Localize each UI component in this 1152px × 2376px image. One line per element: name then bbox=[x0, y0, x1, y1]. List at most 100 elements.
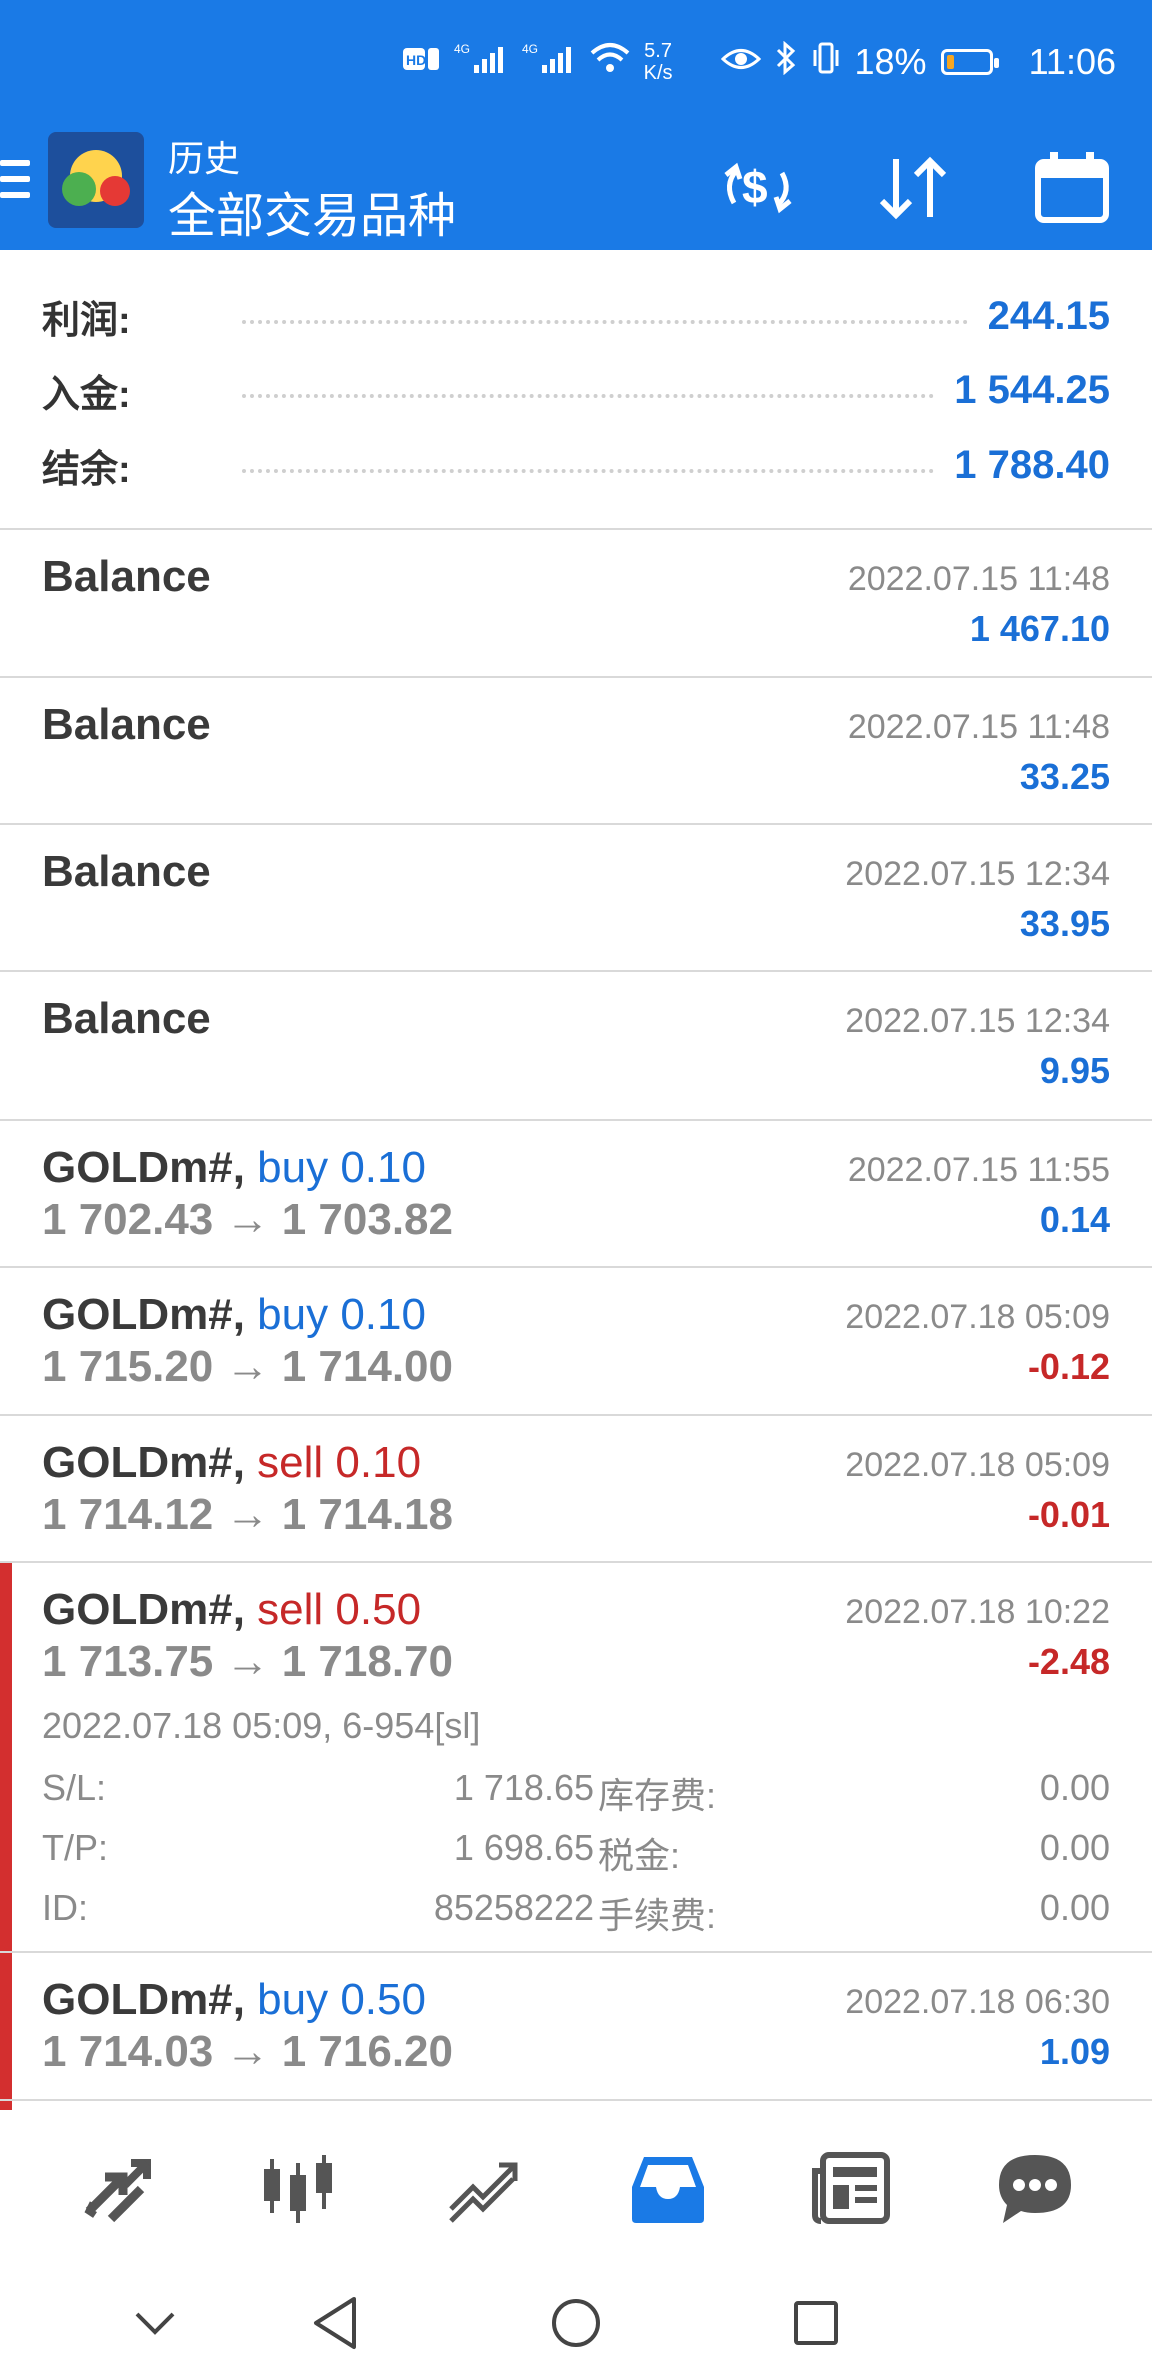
trade-prices: 1 702.43 → 1 703.82 bbox=[42, 1195, 453, 1244]
wifi-icon bbox=[590, 41, 630, 84]
item-amount: 1.09 bbox=[1039, 2031, 1110, 2072]
dotted-leader bbox=[242, 320, 968, 324]
item-date: 2022.07.18 06:30 bbox=[845, 1983, 1110, 2021]
item-amount: 0.14 bbox=[1039, 1199, 1110, 1240]
history-item-trade[interactable]: GOLDm#, buy 0.10 1 715.20 → 1 714.00 202… bbox=[0, 1268, 1152, 1416]
tp-value: 1 698.65 bbox=[453, 1827, 594, 1868]
history-item-balance[interactable]: Balance 2022.07.15 11:48 1 467.10 bbox=[0, 530, 1152, 678]
item-amount: 33.95 bbox=[1019, 903, 1110, 944]
trade-symbol: GOLDm#, bbox=[42, 1585, 245, 1634]
svg-text:HD: HD bbox=[406, 52, 426, 68]
battery-icon bbox=[940, 49, 999, 75]
trade-side: buy 0.10 bbox=[257, 1143, 426, 1192]
sl-label: S/L: bbox=[42, 1767, 107, 1808]
sl-value: 1 718.65 bbox=[453, 1767, 594, 1808]
dotted-leader bbox=[242, 469, 935, 473]
bottom-navigation bbox=[0, 2110, 1152, 2260]
history-item-balance[interactable]: Balance 2022.07.15 12:34 9.95 bbox=[0, 972, 1152, 1121]
summary-balance-row: 结余: 1 788.40 bbox=[42, 435, 1110, 495]
history-item-trade[interactable]: GOLDm#, sell 0.10 1 714.12 → 1 714.18 20… bbox=[0, 1416, 1152, 1563]
history-item-trade[interactable]: GOLDm#, buy 0.10 1 702.43 → 1 703.82 202… bbox=[0, 1121, 1152, 1268]
recents-icon[interactable] bbox=[781, 2288, 851, 2358]
trade-open-info: 2022.07.18 05:09, 6-954[sl] bbox=[42, 1705, 481, 1746]
currency-exchange-icon[interactable]: $ bbox=[718, 148, 798, 228]
svg-text:4G: 4G bbox=[522, 42, 538, 56]
svg-text:4G: 4G bbox=[454, 42, 470, 56]
item-date: 2022.07.15 12:34 bbox=[845, 1002, 1110, 1040]
trade-side: buy 0.10 bbox=[257, 1290, 426, 1339]
history-item-trade-expanded[interactable]: GOLDm#, sell 0.50 1 713.75 → 1 718.70 20… bbox=[0, 1563, 1152, 1953]
detail-row: ID: 85258222 手续费: 0.00 bbox=[42, 1887, 1110, 1937]
trade-prices: 1 714.03 → 1 716.20 bbox=[42, 2027, 453, 2076]
profit-value: 244.15 bbox=[987, 293, 1110, 338]
history-item-balance[interactable]: Balance 2022.07.15 11:48 33.25 bbox=[0, 678, 1152, 825]
battery-percent: 18% bbox=[854, 41, 927, 82]
chat-icon[interactable] bbox=[980, 2134, 1090, 2244]
item-name: Balance bbox=[42, 847, 211, 896]
detail-row: S/L: 1 718.65 库存费: 0.00 bbox=[42, 1767, 1110, 1817]
deposit-label: 入金: bbox=[42, 373, 131, 416]
svg-text:$: $ bbox=[742, 161, 768, 213]
eye-icon bbox=[720, 41, 761, 83]
summary-profit-row: 利润: 244.15 bbox=[42, 286, 1110, 346]
menu-icon[interactable] bbox=[0, 160, 30, 208]
detail-row: T/P: 1 698.65 税金: 0.00 bbox=[42, 1827, 1110, 1877]
symbol-filter[interactable]: 全部交易品种 bbox=[168, 176, 456, 246]
item-name: GOLDm#, sell 0.10 bbox=[42, 1438, 421, 1488]
item-amount: 1 467.10 bbox=[969, 608, 1110, 649]
home-icon[interactable] bbox=[541, 2288, 611, 2358]
history-icon[interactable] bbox=[613, 2134, 723, 2244]
trade-symbol: GOLDm#, bbox=[42, 1438, 245, 1487]
trade-prices: 1 713.75 → 1 718.70 bbox=[42, 1637, 453, 1686]
item-amount: -0.01 bbox=[1027, 1494, 1110, 1535]
item-name: GOLDm#, buy 0.10 bbox=[42, 1290, 426, 1340]
swap-label: 库存费: bbox=[598, 1775, 717, 1816]
chevron-down-icon[interactable] bbox=[120, 2288, 190, 2358]
summary-deposit-row: 入金: 1 544.25 bbox=[42, 360, 1110, 420]
vibrate-icon bbox=[811, 41, 841, 84]
item-date: 2022.07.15 11:48 bbox=[847, 708, 1110, 746]
app-bar: 历史 全部交易品种 $ bbox=[0, 130, 1152, 250]
id-label: ID: bbox=[42, 1887, 89, 1928]
calendar-icon[interactable] bbox=[1032, 148, 1112, 228]
item-date: 2022.07.15 11:55 bbox=[847, 1151, 1110, 1189]
item-amount: -2.48 bbox=[1027, 1641, 1110, 1682]
item-date: 2022.07.18 10:22 bbox=[845, 1593, 1110, 1631]
sort-icon[interactable] bbox=[874, 148, 954, 228]
item-date: 2022.07.18 05:09 bbox=[845, 1446, 1110, 1484]
network-speed: 5.7 K/s bbox=[643, 40, 673, 84]
tax-label: 税金: bbox=[598, 1835, 681, 1876]
deposit-value: 1 544.25 bbox=[954, 367, 1110, 412]
item-amount: -0.12 bbox=[1027, 1346, 1110, 1387]
chart-icon[interactable] bbox=[243, 2134, 353, 2244]
item-name: GOLDm#, buy 0.50 bbox=[42, 1975, 426, 2025]
fee-value: 0.00 bbox=[1039, 1887, 1110, 1928]
item-name: GOLDm#, sell 0.50 bbox=[42, 1585, 421, 1635]
fee-label: 手续费: bbox=[598, 1895, 717, 1936]
trade-icon[interactable] bbox=[428, 2134, 538, 2244]
news-icon[interactable] bbox=[796, 2134, 906, 2244]
tax-value: 0.00 bbox=[1039, 1827, 1110, 1868]
page-title: 历史 bbox=[168, 138, 241, 179]
history-item-balance[interactable]: Balance 2022.07.15 12:34 33.95 bbox=[0, 825, 1152, 972]
trade-symbol: GOLDm#, bbox=[42, 1143, 245, 1192]
item-amount: 9.95 bbox=[1039, 1050, 1110, 1091]
selected-marker bbox=[0, 1563, 12, 1951]
quotes-icon[interactable] bbox=[60, 2134, 170, 2244]
item-date: 2022.07.18 05:09 bbox=[845, 1298, 1110, 1336]
back-icon[interactable] bbox=[300, 2288, 370, 2358]
item-name: GOLDm#, buy 0.10 bbox=[42, 1143, 426, 1193]
app-logo-icon bbox=[48, 132, 144, 228]
balance-value: 1 788.40 bbox=[954, 442, 1110, 487]
item-name: Balance bbox=[42, 994, 211, 1043]
selected-marker bbox=[0, 2101, 12, 2110]
bluetooth-icon bbox=[775, 40, 797, 84]
trade-symbol: GOLDm#, bbox=[42, 1975, 245, 2024]
profit-label: 利润: bbox=[42, 299, 131, 342]
item-amount: 33.25 bbox=[1019, 756, 1110, 797]
trade-symbol: GOLDm#, bbox=[42, 1290, 245, 1339]
hd-icon: HD bbox=[402, 46, 440, 79]
history-item-trade[interactable]: GOLDm#, buy 0.50 1 714.03 → 1 716.20 202… bbox=[0, 1953, 1152, 2101]
tp-label: T/P: bbox=[42, 1827, 109, 1868]
trade-prices: 1 714.12 → 1 714.18 bbox=[42, 1490, 453, 1539]
